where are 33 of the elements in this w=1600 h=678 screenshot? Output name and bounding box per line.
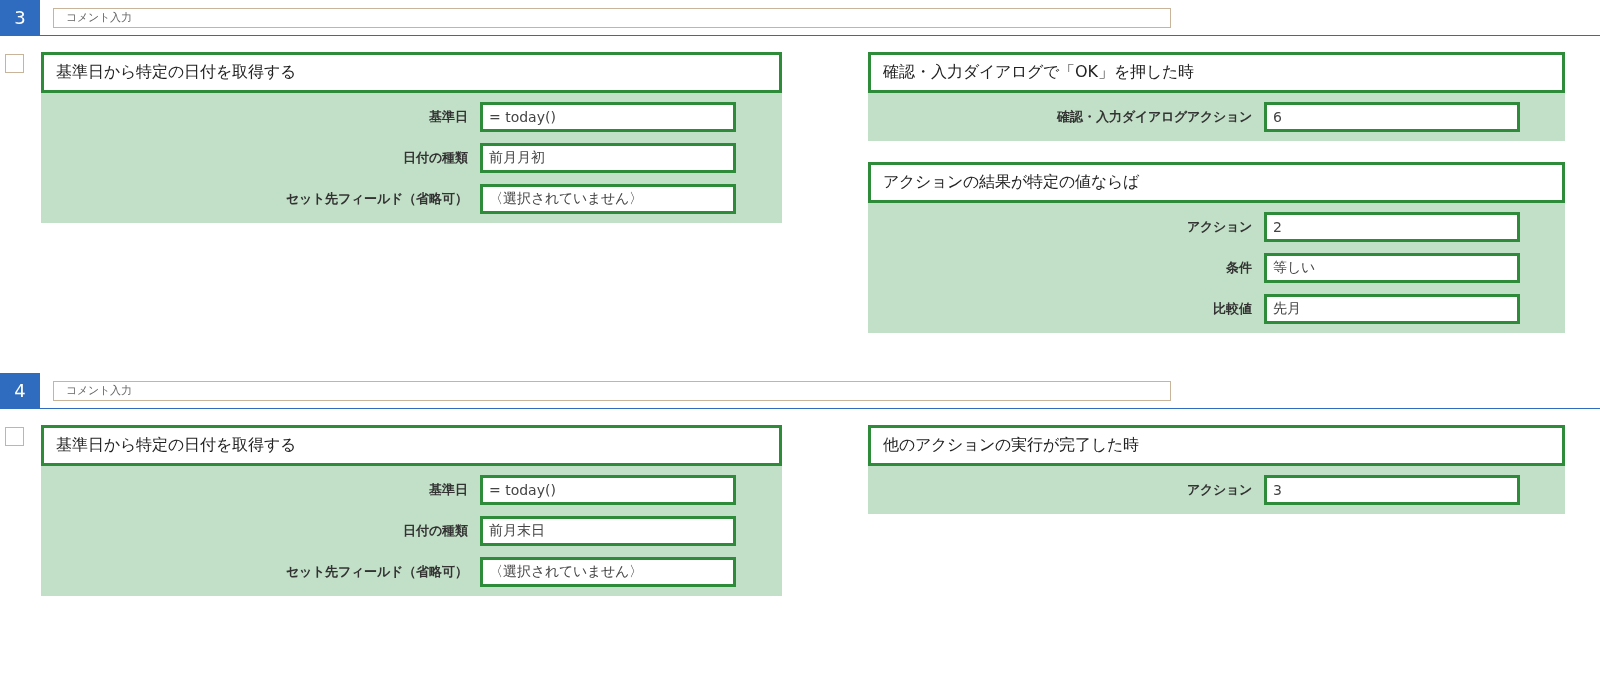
card-title: 基準日から特定の日付を取得する [41, 425, 782, 466]
card-title: 確認・入力ダイアログで「OK」を押した時 [868, 52, 1565, 93]
input-field[interactable]: = today() [480, 475, 736, 505]
card-title: アクションの結果が特定の値ならば [868, 162, 1565, 203]
input-field[interactable]: 3 [1264, 475, 1520, 505]
field-label: 条件 [1226, 259, 1252, 277]
step-number: 4 [0, 373, 40, 408]
input-field[interactable]: 〈選択されていません〉 [480, 557, 736, 587]
input-field[interactable]: 前月月初 [480, 143, 736, 173]
input-field[interactable]: 等しい [1264, 253, 1520, 283]
field-label: アクション [1187, 481, 1252, 499]
step-number: 3 [0, 0, 40, 35]
field-label: 基準日 [429, 108, 468, 126]
field-label: 確認・入力ダイアログアクション [1057, 108, 1252, 126]
input-field[interactable]: = today() [480, 102, 736, 132]
input-field[interactable]: 先月 [1264, 294, 1520, 324]
field-label: セット先フィールド（省略可） [286, 563, 468, 581]
field-label: アクション [1187, 218, 1252, 236]
card-title: 他のアクションの実行が完了した時 [868, 425, 1565, 466]
field-label: 日付の種類 [403, 149, 468, 167]
checkbox[interactable] [5, 427, 24, 446]
field-label: 比較値 [1213, 300, 1252, 318]
input-field[interactable]: 2 [1264, 212, 1520, 242]
checkbox[interactable] [5, 54, 24, 73]
comment-field[interactable]: コメント入力 [53, 380, 1171, 401]
input-field[interactable]: 6 [1264, 102, 1520, 132]
input-field[interactable]: 〈選択されていません〉 [480, 184, 736, 214]
field-label: 基準日 [429, 481, 468, 499]
card-title: 基準日から特定の日付を取得する [41, 52, 782, 93]
comment-field[interactable]: コメント入力 [53, 7, 1171, 28]
field-label: 日付の種類 [403, 522, 468, 540]
input-field[interactable]: 前月末日 [480, 516, 736, 546]
field-label: セット先フィールド（省略可） [286, 190, 468, 208]
